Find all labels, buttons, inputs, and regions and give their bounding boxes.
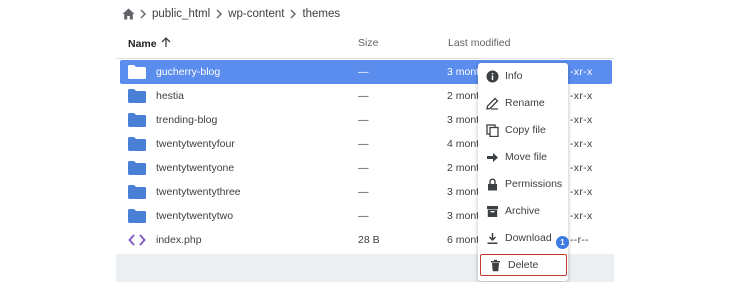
- file-permissions: --r--: [570, 234, 589, 246]
- trash-icon: [488, 258, 502, 272]
- chevron-right-icon: [287, 8, 299, 20]
- download-icon: [485, 231, 499, 245]
- archive-icon: [485, 204, 499, 218]
- file-permissions: -xr-x: [570, 66, 593, 78]
- arrow-up-icon: [161, 37, 171, 51]
- file-name: trending-blog: [156, 114, 218, 126]
- code-file-icon: [128, 233, 146, 247]
- file-permissions: -xr-x: [570, 210, 593, 222]
- column-name-label: Name: [128, 38, 157, 50]
- file-name: gucherry-blog: [156, 66, 221, 78]
- menu-item-label: Info: [505, 70, 523, 82]
- column-header-modified[interactable]: Last modified: [448, 37, 510, 49]
- breadcrumb-item-themes[interactable]: themes: [300, 8, 342, 20]
- chevron-right-icon: [137, 8, 149, 20]
- context-menu: Info Rename Copy file Move file Permissi…: [478, 63, 568, 281]
- file-permissions: -xr-x: [570, 138, 593, 150]
- file-size: —: [358, 114, 369, 126]
- menu-item-download[interactable]: Download: [478, 227, 568, 249]
- column-header-size[interactable]: Size: [358, 37, 378, 49]
- menu-item-label: Rename: [505, 97, 545, 109]
- file-name: twentytwentytwo: [156, 210, 234, 222]
- notification-badge: 1: [556, 236, 569, 249]
- menu-item-move-file[interactable]: Move file: [478, 146, 568, 168]
- menu-item-info[interactable]: Info: [478, 65, 568, 87]
- file-size: —: [358, 138, 369, 150]
- column-header-name[interactable]: Name: [128, 37, 171, 51]
- header-divider: [116, 58, 614, 59]
- file-name: hestia: [156, 90, 185, 102]
- breadcrumb: public_html wp-content themes: [120, 4, 342, 24]
- menu-item-label: Copy file: [505, 124, 546, 136]
- table-header: Name Size Last modified: [116, 32, 614, 56]
- menu-item-label: Archive: [505, 205, 541, 217]
- lock-icon: [485, 177, 499, 191]
- breadcrumb-item-wp-content[interactable]: wp-content: [226, 8, 286, 20]
- file-name: twentytwentyfour: [156, 138, 235, 150]
- menu-item-label: Download: [505, 232, 552, 244]
- menu-item-permissions[interactable]: Permissions: [478, 173, 568, 195]
- file-size: —: [358, 90, 369, 102]
- file-name: index.php: [156, 234, 202, 246]
- home-icon[interactable]: [120, 6, 136, 22]
- menu-item-label: Move file: [505, 151, 548, 163]
- folder-icon: [128, 113, 146, 127]
- file-permissions: -xr-x: [570, 186, 593, 198]
- info-icon: [485, 69, 499, 83]
- file-name: twentytwentythree: [156, 186, 241, 198]
- pencil-icon: [485, 96, 499, 110]
- file-size: —: [358, 210, 369, 222]
- menu-item-copy-file[interactable]: Copy file: [478, 119, 568, 141]
- chevron-right-icon: [213, 8, 225, 20]
- breadcrumb-item-public-html[interactable]: public_html: [150, 8, 212, 20]
- file-name: twentytwentyone: [156, 162, 235, 174]
- menu-item-rename[interactable]: Rename: [478, 92, 568, 114]
- folder-icon: [128, 89, 146, 103]
- menu-item-label: Permissions: [505, 178, 563, 190]
- folder-icon: [128, 137, 146, 151]
- file-size: —: [358, 66, 369, 78]
- file-size: —: [358, 162, 369, 174]
- file-permissions: -xr-x: [570, 114, 593, 126]
- arrow-right-icon: [485, 150, 499, 164]
- menu-item-archive[interactable]: Archive: [478, 200, 568, 222]
- menu-item-delete[interactable]: Delete: [480, 254, 567, 276]
- folder-icon: [128, 185, 146, 199]
- file-size: 28 B: [358, 234, 380, 246]
- folder-icon: [128, 209, 146, 223]
- folder-icon: [128, 161, 146, 175]
- menu-item-label: Delete: [508, 259, 539, 271]
- copy-icon: [485, 123, 499, 137]
- file-permissions: -xr-x: [570, 162, 593, 174]
- file-size: —: [358, 186, 369, 198]
- folder-icon: [128, 65, 146, 79]
- file-permissions: -xr-x: [570, 90, 593, 102]
